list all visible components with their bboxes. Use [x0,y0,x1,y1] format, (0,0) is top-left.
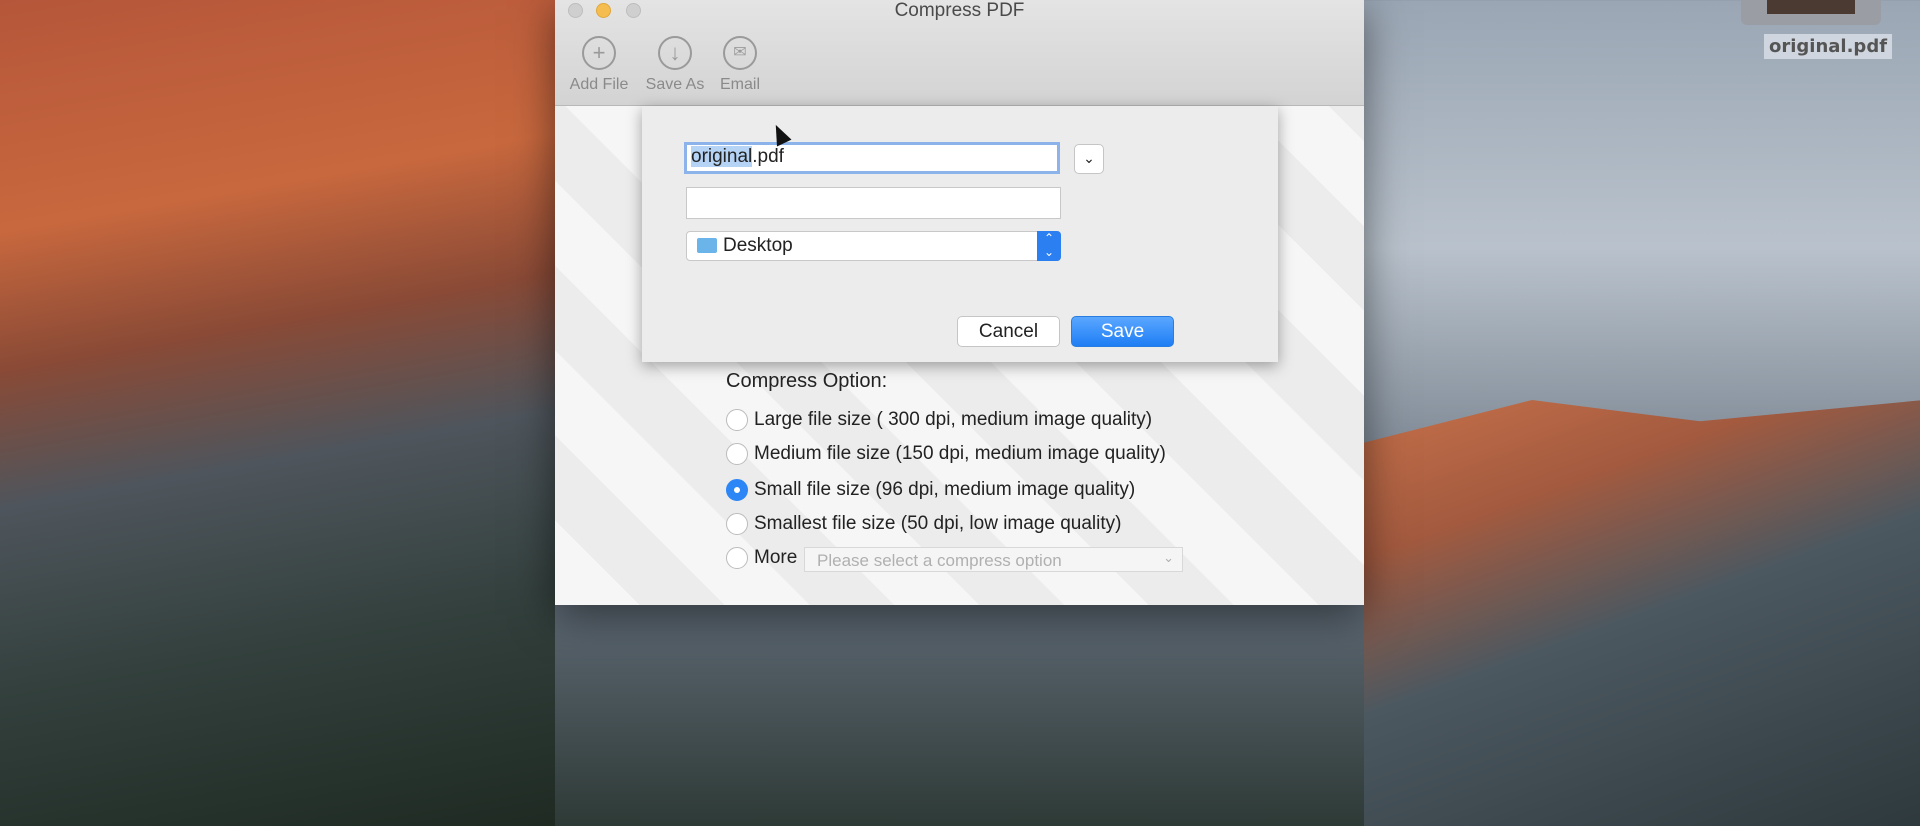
cancel-button[interactable]: Cancel [957,316,1060,347]
wallpaper-valley [555,605,1364,826]
envelope-icon: ✉ [723,36,757,70]
wallpaper-cliff [1364,400,1920,826]
chevron-down-icon: ⌄ [1083,150,1095,166]
option-label: Medium file size (150 dpi, medium image … [754,443,1166,464]
desktop-wallpaper [0,0,560,826]
stepper-icon: ⌃ ⌄ [1037,231,1061,261]
radio-button-selected[interactable] [726,479,748,501]
filename-input[interactable]: original.pdf [684,142,1060,174]
save-as-button[interactable]: ↓ Save As [640,36,710,94]
email-label: Email [719,76,760,93]
radio-button[interactable] [726,513,748,535]
tags-input[interactable] [686,187,1061,219]
more-placeholder: Please select a compress option [817,551,1062,570]
expand-dialog-button[interactable]: ⌄ [1074,144,1104,174]
filename-selection: original [691,146,753,167]
option-label: More [754,547,798,568]
folder-icon [697,238,717,253]
save-button[interactable]: Save [1071,316,1174,347]
plus-circle-icon: + [582,36,616,70]
desktop-file-label[interactable]: original.pdf [1764,34,1893,59]
titlebar: Compress PDF + Add File ↓ Save As ✉ Email [555,0,1364,106]
where-value: Desktop [723,235,793,256]
option-small[interactable]: Small file size (96 dpi, medium image qu… [726,477,1135,503]
radio-button[interactable] [726,409,748,431]
option-label: Smallest file size (50 dpi, low image qu… [754,513,1122,534]
option-medium[interactable]: Medium file size (150 dpi, medium image … [726,441,1166,467]
compress-option-title: Compress Option: [726,370,888,392]
option-more[interactable]: More [726,545,797,571]
add-file-button[interactable]: + Add File [564,36,634,94]
radio-button[interactable] [726,443,748,465]
save-as-label: Save As [645,76,705,93]
download-arrow-icon: ↓ [658,36,692,70]
compress-pdf-window: Compress PDF + Add File ↓ Save As ✉ Email S… [555,0,1364,605]
save-dialog: Save As: original.pdf ⌄ Tags: Where: Des… [642,106,1278,362]
radio-button[interactable] [726,547,748,569]
option-smallest[interactable]: Smallest file size (50 dpi, low image qu… [726,511,1122,537]
email-button[interactable]: ✉ Email [705,36,775,94]
desktop-file-icon[interactable] [1741,0,1881,25]
filename-extension: .pdf [752,146,784,167]
chevron-down-icon: ⌄ [1163,550,1174,565]
add-file-label: Add File [569,76,629,93]
main-content: Save As: original.pdf ⌄ Tags: Where: Des… [555,106,1364,605]
more-options-select[interactable]: Please select a compress option ⌄ [804,547,1183,572]
option-label: Small file size (96 dpi, medium image qu… [754,479,1136,500]
option-large[interactable]: Large file size ( 300 dpi, medium image … [726,407,1152,433]
where-popup[interactable]: Desktop ⌃ ⌄ [686,231,1061,261]
option-label: Large file size ( 300 dpi, medium image … [754,409,1153,430]
window-title: Compress PDF [894,0,1025,21]
